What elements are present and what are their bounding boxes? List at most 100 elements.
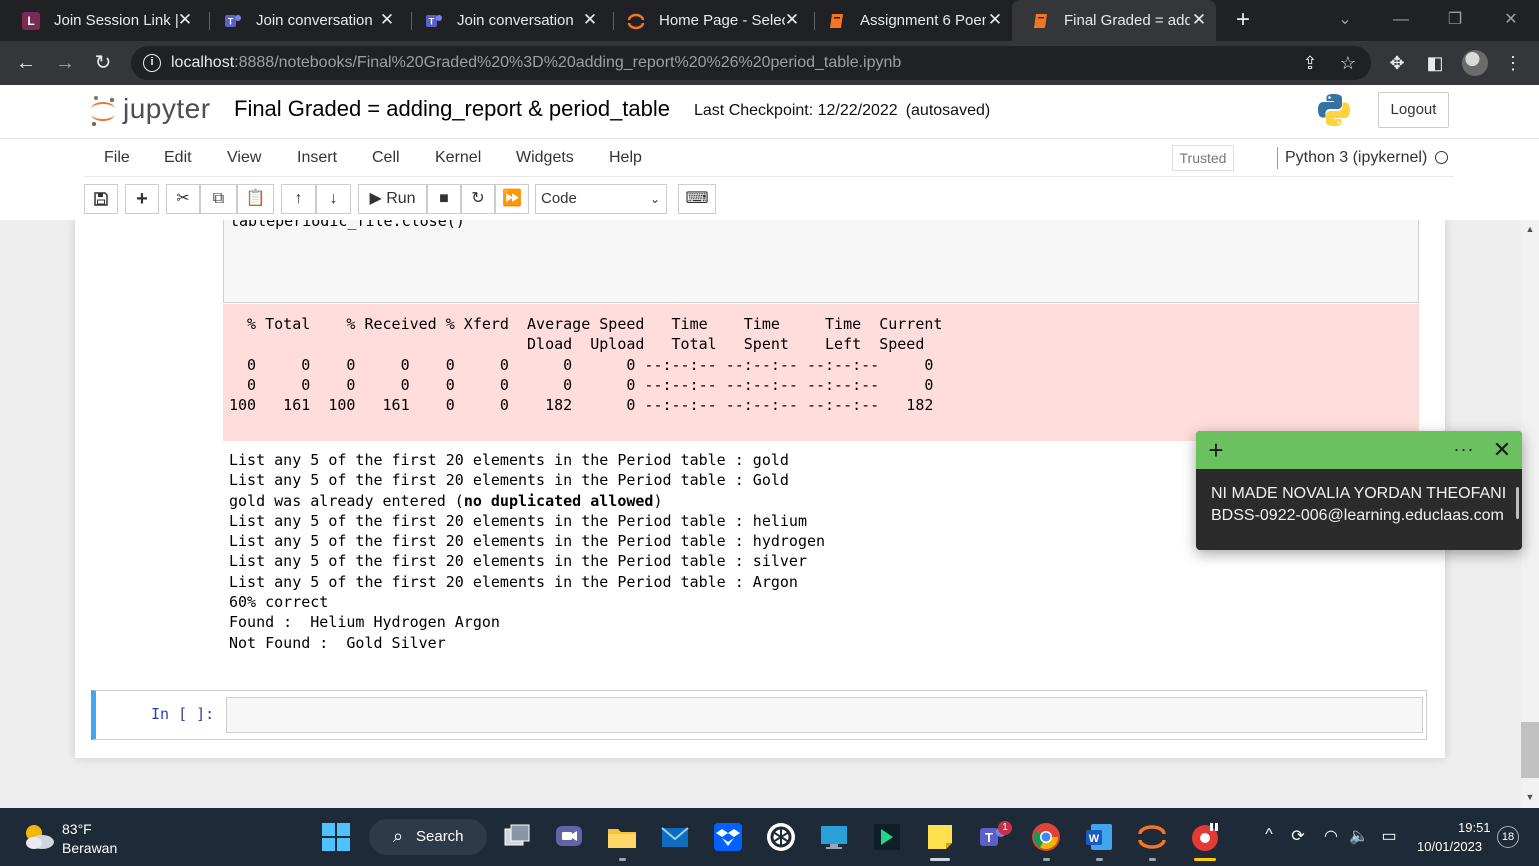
profile-avatar[interactable] [1462, 50, 1488, 76]
recorder-icon[interactable] [1189, 821, 1221, 853]
close-tab-icon[interactable]: ✕ [986, 11, 1004, 29]
side-panel-icon[interactable]: ◧ [1421, 49, 1449, 77]
address-bar[interactable]: i localhost:8888/notebooks/Final%20Grade… [131, 46, 1371, 80]
reload-icon[interactable]: ↻ [89, 49, 117, 77]
logout-button[interactable]: Logout [1378, 92, 1449, 128]
trusted-indicator[interactable]: Trusted [1172, 145, 1234, 171]
weather-description[interactable]: Berawan [62, 840, 117, 856]
close-tab-icon[interactable]: ✕ [581, 11, 599, 29]
browser-tab-active[interactable]: Final Graded = add ✕ [1012, 0, 1216, 41]
notebook-title[interactable]: Final Graded = adding_report & period_ta… [234, 96, 670, 122]
bookmark-star-icon[interactable]: ☆ [1337, 52, 1359, 74]
extensions-puzzle-icon[interactable]: ✥ [1383, 49, 1411, 77]
command-palette-button[interactable]: ⌨ [678, 184, 716, 214]
window-close-icon[interactable]: ✕ [1496, 6, 1526, 34]
minimize-icon[interactable]: — [1386, 6, 1416, 34]
output-line: Found : Helium Hydrogen Argon [229, 613, 500, 632]
close-tab-icon[interactable]: ✕ [1190, 11, 1208, 29]
close-tab-icon[interactable]: ✕ [176, 11, 194, 29]
restore-icon[interactable]: ❐ [1440, 6, 1470, 34]
forward-arrow-icon[interactable]: → [51, 49, 79, 77]
restart-run-all-button[interactable]: ⏩ [495, 184, 529, 214]
menu-cell[interactable]: Cell [372, 149, 400, 167]
browser-tab[interactable]: L Join Session Link | C ✕ [2, 0, 202, 41]
close-icon[interactable]: ✕ [1490, 435, 1514, 465]
file-explorer-icon[interactable] [606, 821, 638, 853]
pycharm-icon[interactable] [871, 821, 903, 853]
notification-count[interactable]: 18 [1497, 826, 1519, 848]
chrome-icon[interactable] [1030, 821, 1062, 853]
menu-edit[interactable]: Edit [164, 149, 192, 167]
openai-icon[interactable] [765, 821, 797, 853]
tab-title: Assignment 6 Poem [860, 12, 986, 29]
browser-tab[interactable]: T Join conversation ✕ [405, 0, 607, 41]
scroll-down-icon[interactable]: ▼ [1521, 792, 1539, 802]
search-label: Search [416, 828, 464, 845]
restart-button[interactable]: ↻ [461, 184, 495, 214]
code-line: tableperiodic_file.close() [230, 220, 465, 230]
menu-view[interactable]: View [227, 149, 261, 167]
menu-widgets[interactable]: Widgets [516, 149, 574, 167]
cell-input-editor[interactable] [226, 697, 1423, 733]
menu-help[interactable]: Help [609, 149, 642, 167]
more-options-icon[interactable]: ··· [1452, 435, 1476, 465]
run-button[interactable]: ▶ Run [358, 184, 427, 214]
windows-start-icon[interactable] [320, 821, 352, 853]
add-note-icon[interactable]: + [1204, 435, 1228, 465]
paste-button[interactable]: 📋 [237, 184, 274, 214]
weather-temperature[interactable]: 83°F [62, 821, 92, 837]
back-arrow-icon[interactable]: ← [12, 49, 40, 77]
cut-button[interactable]: ✂ [166, 184, 200, 214]
page-scrollbar[interactable]: ▲ ▼ [1521, 220, 1539, 808]
kernel-name[interactable]: Python 3 (ipykernel) [1285, 149, 1427, 167]
browser-tab[interactable]: Home Page - Select ✕ [607, 0, 809, 41]
tab-title: Home Page - Select [659, 12, 785, 29]
copy-button[interactable]: ⧉ [200, 184, 237, 214]
mail-icon[interactable] [659, 821, 691, 853]
weather-cloudy-icon[interactable] [22, 822, 56, 852]
wifi-icon[interactable]: ◠ [1320, 826, 1342, 846]
move-down-button[interactable]: ↓ [316, 184, 351, 214]
show-hidden-icons-chevron-icon[interactable]: ^ [1258, 826, 1280, 844]
clock-time[interactable]: 19:51 [1458, 820, 1491, 835]
browser-tab[interactable]: T Join conversation ✕ [204, 0, 404, 41]
popup-scrollbar[interactable] [1516, 487, 1519, 519]
new-tab-plus-icon[interactable]: + [1230, 6, 1256, 34]
tab-search-chevron-icon[interactable]: ⌄ [1330, 6, 1360, 34]
save-button[interactable] [84, 184, 118, 214]
chat-icon[interactable] [553, 821, 585, 853]
insert-cell-button[interactable]: + [125, 184, 159, 214]
scrollbar-thumb[interactable] [1521, 722, 1539, 778]
cell-type-select[interactable]: Code ⌄ [535, 184, 667, 214]
close-tab-icon[interactable]: ✕ [378, 11, 396, 29]
url-text[interactable]: localhost:8888/notebooks/Final%20Graded%… [171, 54, 901, 72]
jupyter-logo[interactable]: jupyter [88, 93, 223, 129]
task-view-icon[interactable] [501, 821, 533, 853]
browser-tab[interactable]: Assignment 6 Poem ✕ [808, 0, 1012, 41]
battery-icon[interactable]: ▭ [1378, 826, 1400, 846]
running-indicator [1149, 858, 1156, 861]
share-icon[interactable]: ⇪ [1299, 52, 1321, 74]
sync-icon[interactable]: ⟳ [1287, 826, 1309, 846]
browser-menu-icon[interactable]: ⋮ [1499, 49, 1527, 77]
empty-code-cell[interactable]: In [ ]: [91, 690, 1427, 740]
sticky-notes-icon[interactable] [924, 821, 956, 853]
menu-file[interactable]: File [104, 149, 130, 167]
move-up-button[interactable]: ↑ [281, 184, 316, 214]
run-label: Run [386, 190, 416, 207]
interrupt-button[interactable]: ■ [427, 184, 461, 214]
close-tab-icon[interactable]: ✕ [783, 11, 801, 29]
desktop-app-icon[interactable] [818, 821, 850, 853]
menu-kernel[interactable]: Kernel [435, 149, 481, 167]
volume-icon[interactable]: 🔈 [1348, 826, 1370, 846]
jupyter-app-icon[interactable] [1136, 821, 1168, 853]
site-info-icon[interactable]: i [143, 54, 161, 72]
code-cell-editor[interactable]: tableperiodic_file.close() [223, 220, 1419, 303]
dropbox-icon[interactable] [712, 821, 744, 853]
scroll-up-icon[interactable]: ▲ [1521, 224, 1539, 234]
taskbar-search[interactable]: ⌕ Search [369, 819, 487, 855]
menu-insert[interactable]: Insert [297, 149, 337, 167]
clock-date[interactable]: 10/01/2023 [1417, 839, 1482, 854]
word-icon[interactable]: W [1083, 821, 1115, 853]
tab-title: Join Session Link | C [54, 12, 180, 29]
